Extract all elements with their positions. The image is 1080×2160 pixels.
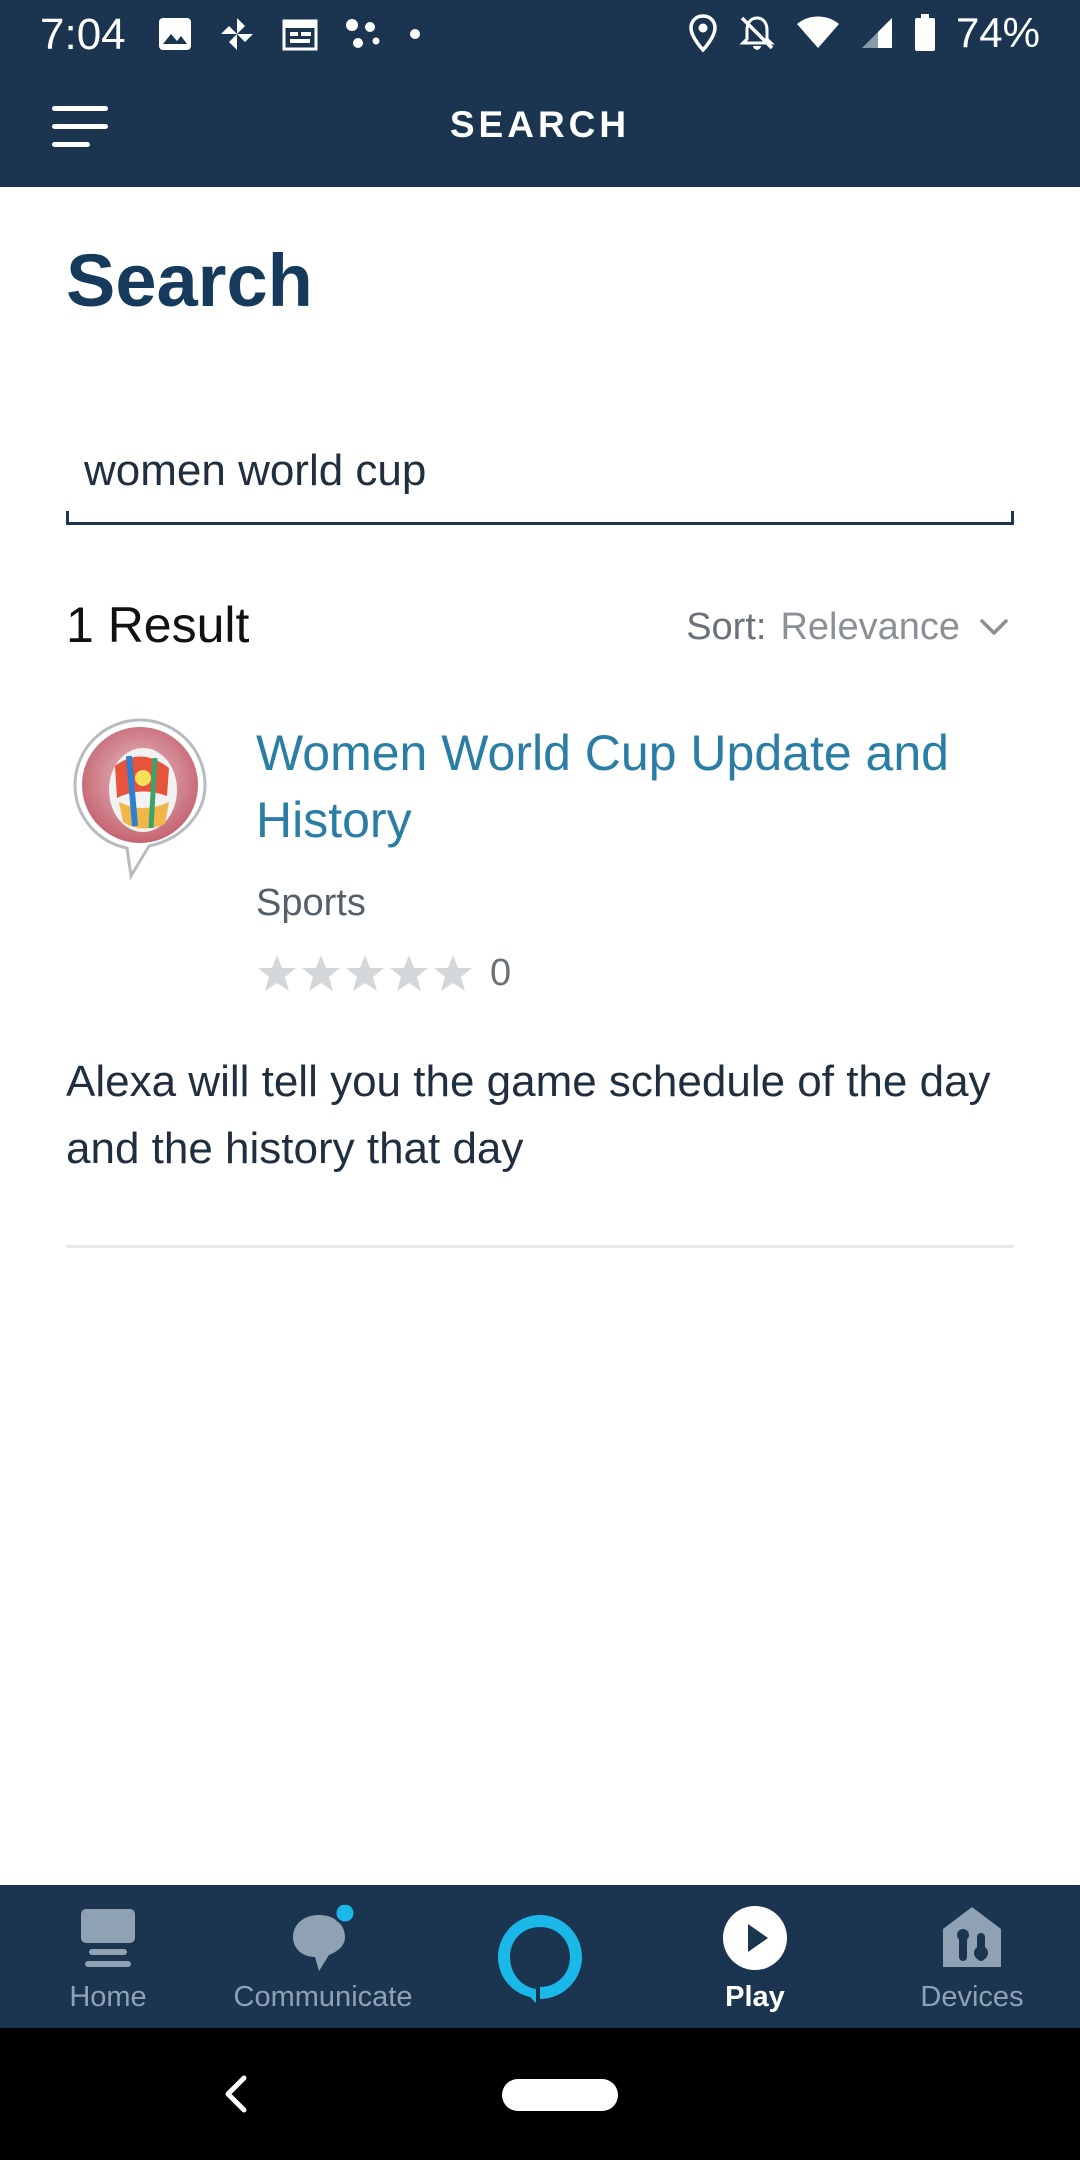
nav-communicate[interactable]: Communicate — [223, 1885, 423, 2028]
star-icon — [300, 952, 342, 994]
search-input[interactable] — [82, 430, 986, 512]
nav-devices-label: Devices — [920, 1981, 1024, 2013]
search-field — [66, 430, 1014, 525]
rating-row: 0 — [256, 948, 511, 998]
app-header: SEARCH — [0, 66, 1080, 187]
play-icon — [722, 1905, 788, 1971]
result-count: 1 Result — [66, 597, 250, 653]
skill-icon — [71, 716, 209, 888]
header-title: SEARCH — [449, 104, 631, 145]
system-navigation-bar — [0, 2028, 1080, 2160]
sort-dropdown[interactable]: Sort: Relevance — [686, 602, 1014, 652]
nav-play[interactable]: Play — [655, 1885, 855, 2028]
result-description: Alexa will tell you the game schedule of… — [66, 1057, 991, 1173]
location-icon — [688, 14, 718, 52]
home-icon — [75, 1905, 141, 1971]
nav-devices[interactable]: Devices — [872, 1885, 1072, 2028]
status-time: 7:04 — [40, 10, 126, 59]
chat-bubble-icon — [283, 1905, 363, 1975]
status-system-icons: 74% — [688, 9, 1040, 56]
top-bar: 7:04 74% SEARCH — [0, 0, 1080, 187]
wifi-icon — [796, 16, 840, 50]
alexa-button[interactable] — [492, 1909, 588, 2005]
rating-count: 0 — [490, 951, 512, 994]
image-icon — [158, 17, 192, 51]
battery-percentage: 74% — [955, 9, 1040, 56]
calendar-icon — [282, 16, 318, 52]
nav-communicate-label: Communicate — [233, 1981, 413, 2013]
nav-home[interactable]: Home — [8, 1885, 208, 2028]
alexa-ring-icon — [492, 1909, 588, 2005]
star-icon — [432, 952, 474, 994]
star-icon — [388, 952, 430, 994]
battery-icon — [914, 14, 936, 52]
back-arrow-icon — [218, 2072, 252, 2116]
signal-icon — [860, 16, 894, 50]
bell-off-icon — [738, 14, 776, 52]
result-title[interactable]: Women World Cup Update and History — [256, 720, 1016, 854]
bottom-nav: Home Communicate Play Devices — [0, 1885, 1080, 2028]
pinwheel-icon — [218, 15, 256, 53]
back-button[interactable] — [218, 2072, 252, 2116]
status-notification-icons — [158, 14, 422, 54]
star-icon — [256, 952, 298, 994]
assistant-dots-icon — [344, 17, 382, 51]
dot-icon — [408, 27, 422, 41]
divider — [66, 1245, 1014, 1248]
result-category: Sports — [256, 882, 366, 924]
nav-home-label: Home — [69, 1981, 147, 2013]
sort-value: Relevance — [780, 605, 960, 648]
star-icon — [344, 952, 386, 994]
status-bar: 7:04 74% — [0, 0, 1080, 66]
star-rating — [256, 952, 474, 994]
chevron-down-icon — [974, 607, 1014, 647]
sort-label: Sort: — [686, 605, 767, 648]
nav-play-label: Play — [725, 1981, 785, 2013]
result-item[interactable]: Women World Cup Update and History Sport… — [66, 710, 1014, 1250]
page-title: Search — [66, 239, 313, 322]
home-pill-button[interactable] — [502, 2079, 618, 2111]
devices-icon — [939, 1905, 1005, 1971]
